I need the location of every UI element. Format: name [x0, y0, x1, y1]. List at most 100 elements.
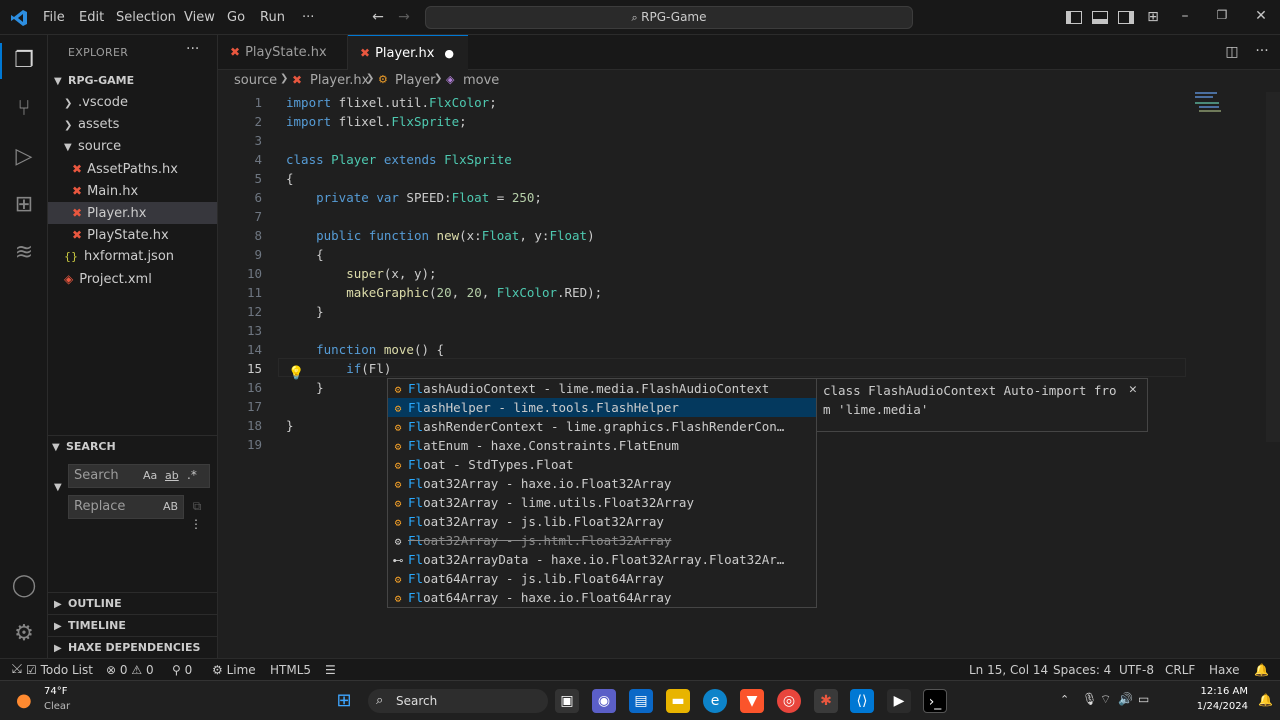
search-section-header[interactable]: ▼ SEARCH: [48, 435, 218, 457]
code-line[interactable]: {: [286, 245, 324, 264]
store-icon[interactable]: ▤: [629, 689, 653, 713]
code-line[interactable]: {: [286, 169, 294, 188]
toggle-sidebar-icon[interactable]: [1066, 11, 1082, 24]
list-icon[interactable]: ☰: [325, 659, 336, 681]
terminal-icon[interactable]: ›_: [923, 689, 947, 713]
toggle-replace-icon[interactable]: ▼: [54, 482, 62, 493]
extensions-icon[interactable]: ⊞: [0, 181, 48, 229]
suggestion-item[interactable]: ⚙ Float32Array - lime.utils.Float32Array: [388, 493, 816, 512]
lime-item[interactable]: ⚙ Lime: [212, 659, 256, 681]
suggestion-item[interactable]: ⚙ Float32Array - haxe.io.Float32Array: [388, 474, 816, 493]
taskbar-search[interactable]: ⌕ Search: [368, 689, 548, 713]
menu-edit[interactable]: Edit: [73, 0, 110, 35]
account-icon[interactable]: ◯: [0, 562, 48, 610]
breadcrumb-class[interactable]: Player: [395, 73, 435, 88]
tab-playstate[interactable]: ✖ PlayState.hx: [218, 35, 348, 70]
suggestion-item[interactable]: ⚙ FlashRenderContext - lime.graphics.Flas…: [388, 417, 816, 436]
teams-icon[interactable]: ◉: [592, 689, 616, 713]
split-editor-icon[interactable]: ◫: [1222, 44, 1242, 60]
notifications-icon[interactable]: 🔔: [1258, 693, 1273, 707]
code-line[interactable]: makeGraphic(20, 20, FlxColor.RED);: [286, 283, 602, 302]
source-control-icon[interactable]: ⑂: [0, 85, 48, 133]
edge-icon[interactable]: e: [703, 689, 727, 713]
close-icon[interactable]: ✕: [1129, 382, 1137, 397]
toggle-secondary-sidebar-icon[interactable]: [1118, 11, 1134, 24]
regex-toggle[interactable]: .*: [187, 468, 197, 482]
remote-explorer-icon[interactable]: ≋: [0, 229, 48, 277]
restore-icon[interactable]: ❐: [1213, 8, 1231, 22]
menu-more[interactable]: ···: [296, 0, 320, 35]
suggestion-item[interactable]: ⚙ FlatEnum - haxe.Constraints.FlatEnum: [388, 436, 816, 455]
task-view-icon[interactable]: ▣: [555, 689, 579, 713]
breadcrumb-source[interactable]: source: [234, 73, 277, 88]
suggestion-item[interactable]: ⚙ Float32Array - js.html.Float32Array: [388, 531, 816, 550]
code-line[interactable]: import flixel.FlxSprite;: [286, 112, 467, 131]
code-line[interactable]: import flixel.util.FlxColor;: [286, 93, 497, 112]
customize-layout-icon[interactable]: ⊞: [1144, 9, 1162, 25]
timeline-section[interactable]: ▶ TIMELINE: [48, 614, 218, 636]
file-explorer-icon[interactable]: ▬: [666, 689, 690, 713]
replace-input[interactable]: Replace AB: [68, 495, 184, 519]
tree-item-vscode[interactable]: ❯ .vscode: [64, 92, 128, 114]
tree-item-source[interactable]: ▼ source: [64, 136, 121, 158]
code-line[interactable]: class Player extends FlxSprite: [286, 150, 512, 169]
ports-item[interactable]: ⚲ 0: [172, 659, 192, 681]
tree-item-assets[interactable]: ❯ assets: [64, 114, 119, 136]
outline-section[interactable]: ▶ OUTLINE: [48, 592, 218, 614]
microphone-icon[interactable]: 🎙: [1082, 692, 1097, 706]
unsaved-dot-icon[interactable]: ●: [444, 36, 454, 71]
menu-file[interactable]: File: [37, 0, 71, 35]
suggestion-item[interactable]: ⚙ FlashAudioContext - lime.media.FlashAud…: [388, 379, 816, 398]
project-folder[interactable]: ▼ RPG-GAME: [48, 70, 218, 92]
notifications-icon[interactable]: 🔔: [1254, 659, 1269, 681]
encoding[interactable]: UTF-8: [1119, 659, 1154, 681]
code-line[interactable]: if(Fl): [286, 359, 391, 378]
tree-item-main[interactable]: ✖ Main.hx: [72, 180, 138, 202]
tree-item-hxformat[interactable]: {} hxformat.json: [64, 246, 174, 268]
breadcrumb-method[interactable]: move: [463, 73, 499, 88]
chevron-up-icon[interactable]: ⌃: [1060, 693, 1069, 706]
tab-player[interactable]: ✖ Player.hx ●: [348, 35, 468, 71]
more-actions-icon[interactable]: ···: [186, 41, 199, 57]
toggle-panel-icon[interactable]: [1092, 11, 1108, 24]
command-center[interactable]: ⌕ RPG-Game: [425, 6, 913, 29]
tree-item-assetpaths[interactable]: ✖ AssetPaths.hx: [72, 158, 178, 180]
back-arrow-icon[interactable]: ←: [368, 9, 388, 25]
target-item[interactable]: HTML5: [270, 659, 311, 681]
indentation[interactable]: Spaces: 4: [1053, 659, 1111, 681]
suggestion-item[interactable]: ⚙ FlashHelper - lime.tools.FlashHelper: [388, 398, 816, 417]
tree-item-playstate[interactable]: ✖ PlayState.hx: [72, 224, 169, 246]
more-actions-icon[interactable]: ···: [1252, 43, 1272, 59]
menu-selection[interactable]: Selection: [110, 0, 182, 35]
gear-icon[interactable]: ⚙: [0, 610, 48, 658]
preserve-case-toggle[interactable]: AB: [163, 500, 178, 513]
code-line[interactable]: super(x, y);: [286, 264, 436, 283]
wifi-icon[interactable]: ⌔: [1100, 692, 1111, 707]
weather-temp[interactable]: 74°F: [44, 686, 67, 697]
minimap[interactable]: [1195, 92, 1255, 122]
code-line[interactable]: public function new(x:Float, y:Float): [286, 226, 595, 245]
windows-start-icon[interactable]: ⊞: [332, 689, 356, 713]
suggestion-item[interactable]: ⚙ Float64Array - js.lib.Float64Array: [388, 569, 816, 588]
tree-item-player[interactable]: ✖ Player.hx: [72, 202, 146, 224]
replace-all-icon[interactable]: ⧉: [189, 499, 205, 514]
minimize-icon[interactable]: –: [1176, 8, 1194, 24]
code-line[interactable]: }: [286, 378, 324, 397]
forward-arrow-icon[interactable]: →: [394, 9, 414, 25]
run-debug-icon[interactable]: ▷: [0, 133, 48, 181]
weather-icon[interactable]: ●: [16, 690, 32, 711]
search-input[interactable]: Search Aa ab .*: [68, 464, 210, 488]
line-ending[interactable]: CRLF: [1165, 659, 1195, 681]
tree-item-project[interactable]: ◈ Project.xml: [64, 268, 152, 290]
code-line[interactable]: }: [286, 302, 324, 321]
brave-icon[interactable]: ▼: [740, 689, 764, 713]
vscode-taskbar-icon[interactable]: ⟨⟩: [850, 689, 874, 713]
menu-go[interactable]: Go: [221, 0, 251, 35]
haxe-dependencies-section[interactable]: ▶ HAXE DEPENDENCIES: [48, 636, 218, 658]
match-case-toggle[interactable]: Aa: [143, 469, 157, 482]
suggestion-item[interactable]: ⊷ Float32ArrayData - haxe.io.Float32Array…: [388, 550, 816, 569]
problems-item[interactable]: ⊗ 0 ⚠ 0: [106, 659, 154, 681]
battery-icon[interactable]: ▭: [1138, 692, 1149, 706]
whole-word-toggle[interactable]: ab: [165, 469, 179, 482]
explorer-icon[interactable]: ❐: [0, 37, 48, 85]
